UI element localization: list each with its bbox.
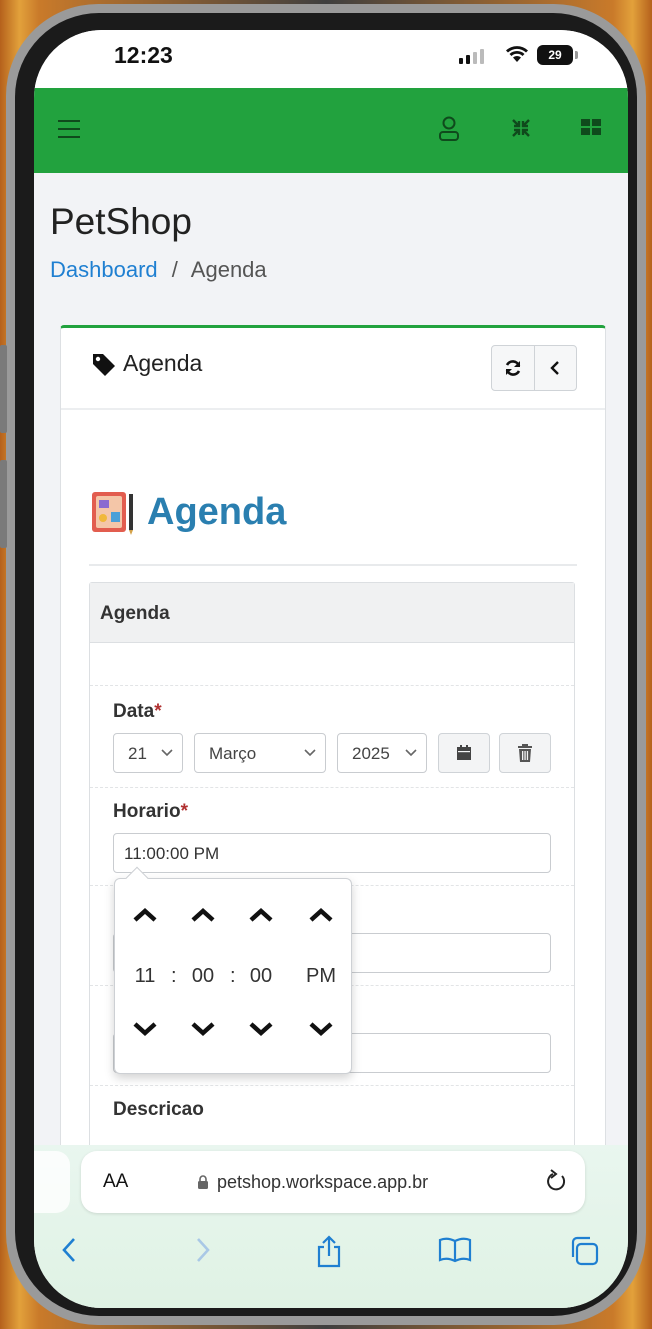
panel-title: Agenda	[90, 583, 574, 643]
status-time: 12:23	[114, 42, 173, 68]
browser-toolbar: AA petshop.workspace.app.br	[34, 1145, 628, 1308]
refresh-icon	[505, 360, 521, 376]
clear-date-button[interactable]	[499, 733, 551, 773]
month-select-value: Março	[209, 744, 257, 763]
required-mark: *	[154, 701, 162, 722]
chevron-down-icon[interactable]	[301, 1019, 341, 1039]
picker-second[interactable]: 00	[241, 965, 281, 988]
app-topbar	[34, 88, 628, 173]
user-icon[interactable]	[438, 116, 460, 142]
year-select[interactable]: 2025	[337, 733, 427, 773]
phone-screen: 12:23 29 PetShop Dashboard / Agenda Agen…	[34, 30, 628, 1308]
divider	[89, 564, 577, 566]
data-label-text: Data	[113, 701, 155, 722]
picker-minute[interactable]: 00	[183, 965, 223, 988]
agenda-heading-text: Agenda	[147, 490, 287, 533]
divider	[90, 1085, 574, 1086]
previous-tab-preview[interactable]	[34, 1151, 70, 1213]
url-display[interactable]: petshop.workspace.app.br	[197, 1172, 428, 1193]
trash-icon	[518, 744, 532, 762]
grid-icon[interactable]	[580, 116, 602, 138]
chevron-up-icon[interactable]	[301, 905, 341, 925]
chevron-down-icon[interactable]	[183, 1019, 223, 1039]
compress-icon[interactable]	[509, 116, 533, 140]
chevron-down-icon	[161, 749, 173, 757]
breadcrumb: Dashboard / Agenda	[50, 257, 267, 283]
chevron-down-icon[interactable]	[241, 1019, 281, 1039]
time-picker: 11 : 00 : 00 PM	[114, 866, 352, 1074]
picker-separator: :	[171, 965, 177, 987]
horario-label-text: Horario	[113, 801, 181, 822]
wifi-icon	[506, 46, 528, 62]
chevron-down-icon	[405, 749, 417, 757]
page-title: PetShop	[50, 201, 192, 242]
forward-icon[interactable]	[194, 1235, 212, 1265]
battery-icon: 29	[537, 45, 573, 65]
refresh-button[interactable]	[492, 346, 534, 390]
horario-label: Horario*	[113, 801, 188, 823]
divider	[90, 685, 574, 686]
url-text: petshop.workspace.app.br	[217, 1172, 429, 1192]
breadcrumb-separator: /	[171, 257, 178, 282]
cellular-signal-icon	[459, 49, 484, 64]
chevron-up-icon[interactable]	[183, 905, 223, 925]
back-icon[interactable]	[60, 1235, 78, 1265]
volume-down-button	[0, 460, 7, 548]
year-select-value: 2025	[352, 744, 390, 763]
reload-icon[interactable]	[545, 1168, 569, 1194]
chevron-left-icon	[550, 361, 560, 375]
divider	[90, 787, 574, 788]
lock-icon	[198, 1175, 208, 1189]
data-label: Data*	[113, 701, 162, 723]
breadcrumb-current: Agenda	[190, 257, 267, 282]
tag-icon	[93, 353, 115, 376]
month-select[interactable]: Março	[194, 733, 326, 773]
picker-separator: :	[230, 965, 236, 987]
chevron-up-icon[interactable]	[125, 905, 165, 925]
picker-period[interactable]: PM	[301, 965, 341, 988]
text-size-button[interactable]: AA	[103, 1171, 128, 1193]
chevron-up-icon[interactable]	[241, 905, 281, 925]
planner-icon	[92, 492, 133, 535]
card-title: Agenda	[91, 350, 202, 377]
picker-hour[interactable]: 11	[125, 965, 165, 988]
bookmarks-icon[interactable]	[438, 1235, 472, 1265]
menu-icon[interactable]	[58, 120, 80, 144]
calendar-button[interactable]	[438, 733, 490, 773]
calendar-icon	[457, 745, 471, 760]
card-header: Agenda	[61, 328, 605, 410]
address-bar[interactable]: AA petshop.workspace.app.br	[81, 1151, 585, 1213]
required-mark: *	[180, 801, 188, 822]
day-select-value: 21	[128, 744, 147, 763]
chevron-down-icon	[304, 749, 316, 757]
horario-input[interactable]: 11:00:00 PM	[113, 833, 551, 873]
breadcrumb-dashboard-link[interactable]: Dashboard	[50, 257, 158, 282]
battery-tip	[575, 51, 578, 59]
day-select[interactable]: 21	[113, 733, 183, 773]
chevron-down-icon[interactable]	[125, 1019, 165, 1039]
agenda-heading: Agenda	[89, 488, 286, 536]
card-title-text: Agenda	[123, 350, 203, 376]
volume-up-button	[0, 345, 7, 433]
card-tools	[491, 345, 577, 391]
status-bar: 12:23 29	[34, 30, 628, 88]
share-icon[interactable]	[314, 1235, 344, 1269]
tabs-icon[interactable]	[568, 1235, 600, 1267]
descricao-label: Descricao	[113, 1099, 204, 1120]
collapse-button[interactable]	[533, 346, 576, 390]
